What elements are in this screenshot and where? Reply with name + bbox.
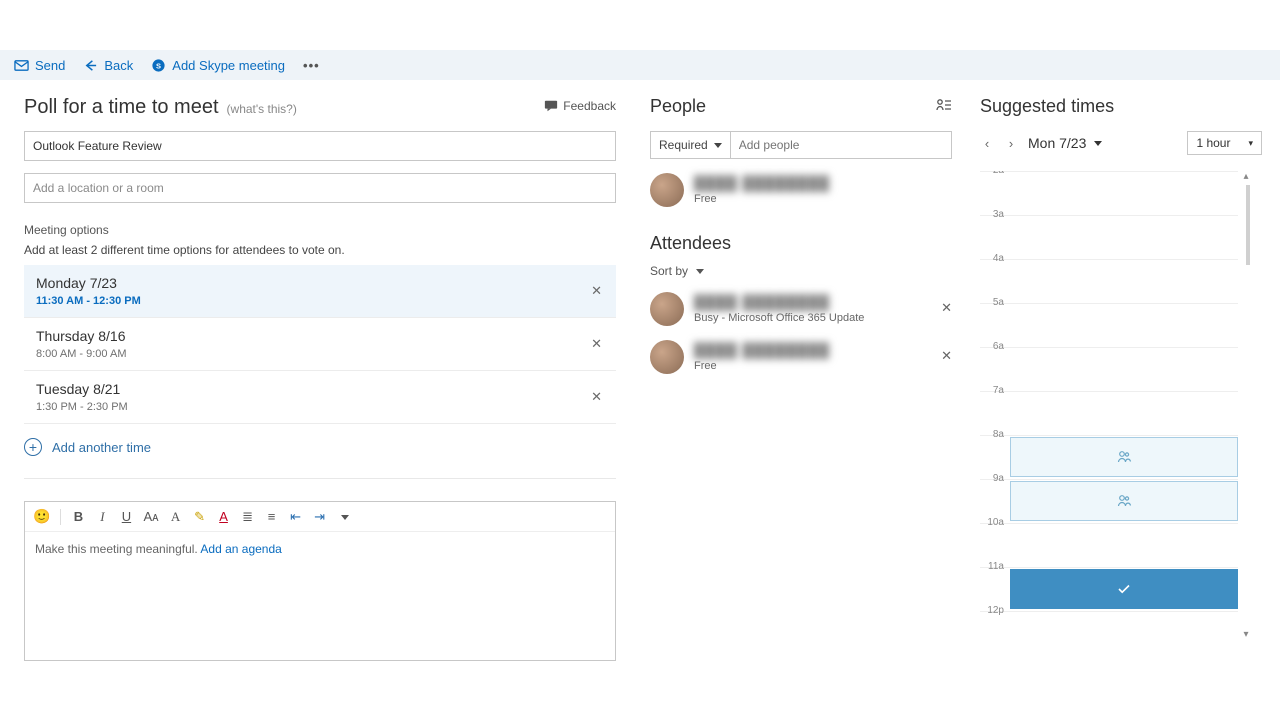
avatar [650,340,684,374]
date-picker[interactable]: Mon 7/23 [1028,135,1102,151]
subject-input[interactable] [24,131,616,161]
skype-icon: S [151,58,166,73]
add-people-field[interactable]: Required [650,131,952,159]
suggested-slot[interactable] [1010,481,1238,521]
hour-label: 7a [980,385,1004,396]
location-input[interactable] [24,173,616,203]
back-button[interactable]: Back [83,58,133,73]
hour-row: 5a [980,303,1238,347]
indent-icon[interactable]: ⇥ [313,509,327,525]
sort-by-dropdown[interactable]: Sort by [650,264,952,278]
attendee-row: ████ ████████ Free ✕ [650,340,952,374]
hour-label: 11a [980,561,1004,572]
plus-icon: + [24,438,42,456]
hour-label: 9a [980,473,1004,484]
page-title: Poll for a time to meet [24,96,219,119]
add-agenda-link[interactable]: Add an agenda [200,542,281,556]
numbers-icon[interactable]: ≡ [265,509,279,524]
avatar [650,292,684,326]
remove-option-button[interactable]: ✕ [591,283,602,299]
hour-label: 6a [980,341,1004,352]
toolbar: Send Back S Add Skype meeting ••• [0,50,1280,80]
back-arrow-icon [83,58,98,73]
people-icon [1116,449,1132,465]
person-status: Busy - Microsoft Office 365 Update [694,312,864,324]
send-icon [14,58,29,73]
person-status: Free [694,360,830,372]
editor-more-icon[interactable] [337,509,351,524]
add-another-time-button[interactable]: + Add another time [24,438,616,456]
required-dropdown[interactable]: Required [651,132,731,158]
hour-row: 12p [980,611,1238,641]
hour-label: 3a [980,209,1004,220]
hour-label: 5a [980,297,1004,308]
time-option[interactable]: Tuesday 8/21 1:30 PM - 2:30 PM ✕ [24,371,616,424]
meeting-options-label: Meeting options [24,223,616,237]
suggested-slot-selected[interactable] [1010,569,1238,609]
people-header: People [650,96,706,117]
scrollbar[interactable]: ▴ ▾ [1240,171,1252,641]
fontcolor-icon[interactable]: A [217,509,231,524]
underline-icon[interactable]: U [119,509,133,524]
send-button[interactable]: Send [14,58,65,73]
duration-dropdown[interactable]: 1 hour▾ [1187,131,1262,155]
feedback-button[interactable]: Feedback [544,99,616,113]
font-icon[interactable]: Aᴀ [143,509,158,524]
editor-body[interactable]: Make this meeting meaningful. Add an age… [25,532,615,566]
bullets-icon[interactable]: ≣ [241,509,255,525]
hour-row: 6a [980,347,1238,391]
hour-label: 10a [980,517,1004,528]
person-status: Free [694,193,830,205]
hour-row: 10a [980,523,1238,567]
hour-row: 3a [980,215,1238,259]
timeline[interactable]: ▴ ▾ 2a3a4a5a6a7a8a9a10a11a12p [980,171,1262,641]
hour-label: 2a [980,171,1004,176]
time-options-list: Monday 7/23 11:30 AM - 12:30 PM ✕ Thursd… [24,265,616,424]
avatar [650,173,684,207]
body-editor[interactable]: 🙂 B I U Aᴀ A ✎ A ≣ ≡ ⇤ ⇥ Make this meet [24,501,616,661]
time-option[interactable]: Monday 7/23 11:30 AM - 12:30 PM ✕ [24,265,616,318]
scroll-thumb[interactable] [1246,185,1250,265]
person-name: ████ ████████ [694,342,830,358]
suggested-slot[interactable] [1010,437,1238,477]
hour-row: 4a [980,259,1238,303]
emoji-icon[interactable]: 🙂 [33,508,50,525]
people-view-icon[interactable] [936,98,952,115]
add-people-input[interactable] [731,132,951,158]
feedback-icon [544,99,558,113]
italic-icon[interactable]: I [95,509,109,525]
hour-label: 4a [980,253,1004,264]
editor-toolbar: 🙂 B I U Aᴀ A ✎ A ≣ ≡ ⇤ ⇥ [25,502,615,532]
time-option[interactable]: Thursday 8/16 8:00 AM - 9:00 AM ✕ [24,318,616,371]
hour-row: 7a [980,391,1238,435]
hour-label: 12p [980,605,1004,616]
suggested-times-header: Suggested times [980,96,1262,117]
whats-this-link[interactable]: (what's this?) [227,102,297,116]
next-day-button[interactable]: › [1004,136,1018,151]
hour-label: 8a [980,429,1004,440]
attendees-header: Attendees [650,233,952,254]
remove-option-button[interactable]: ✕ [591,389,602,405]
meeting-options-hint: Add at least 2 different time options fo… [24,243,616,257]
hour-row: 2a [980,171,1238,215]
prev-day-button[interactable]: ‹ [980,136,994,151]
scroll-up-icon[interactable]: ▴ [1240,171,1252,183]
outdent-icon[interactable]: ⇤ [289,509,303,525]
svg-text:S: S [156,61,161,70]
add-skype-button[interactable]: S Add Skype meeting [151,58,285,73]
more-menu-button[interactable]: ••• [303,58,320,73]
remove-option-button[interactable]: ✕ [591,336,602,352]
scroll-down-icon[interactable]: ▾ [1240,629,1252,641]
attendee-row: ████ ████████ Busy - Microsoft Office 36… [650,292,952,326]
bold-icon[interactable]: B [71,509,85,524]
highlight-icon[interactable]: ✎ [193,509,207,525]
organizer-row: ████ ████████ Free [650,173,952,207]
person-name: ████ ████████ [694,175,830,191]
fontsize-icon[interactable]: A [169,509,183,525]
check-icon [1116,581,1132,597]
remove-attendee-button[interactable]: ✕ [941,348,952,364]
people-icon [1116,493,1132,509]
remove-attendee-button[interactable]: ✕ [941,300,952,316]
person-name: ████ ████████ [694,294,864,310]
